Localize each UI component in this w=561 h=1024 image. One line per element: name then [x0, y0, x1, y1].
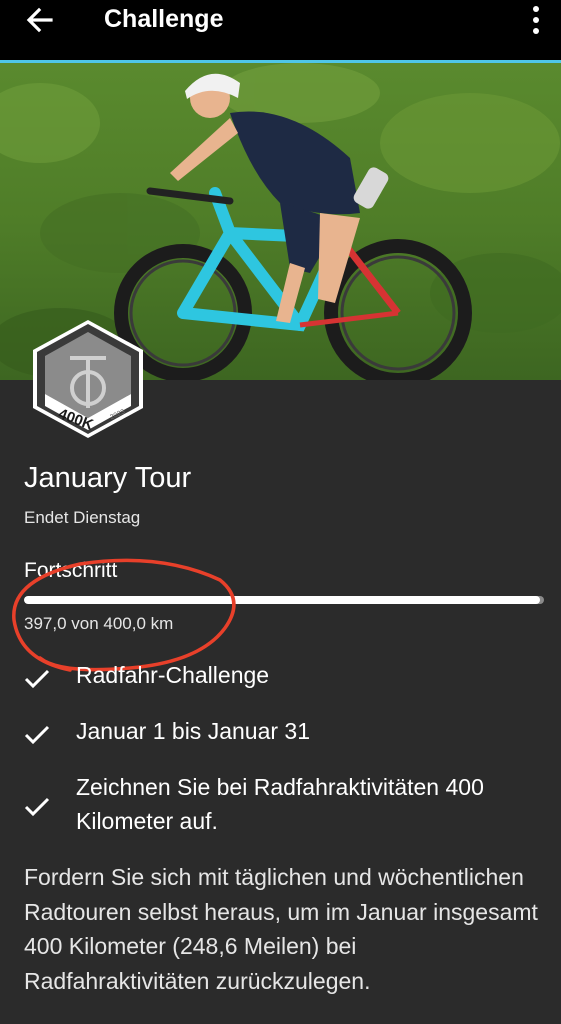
- more-vert-icon[interactable]: [522, 4, 550, 36]
- progress-bar-fill: [24, 596, 541, 604]
- check-icon: [24, 797, 50, 817]
- end-date-label: Endet Dienstag: [24, 508, 141, 527]
- app-bar: Challenge: [0, 0, 561, 60]
- challenge-title: January Tour: [24, 462, 192, 494]
- challenge-badge: 400K 2023: [33, 320, 143, 438]
- requirement-text: Zeichnen Sie bei Radfahraktivitäten 400 …: [76, 774, 484, 834]
- progress-bar: [24, 596, 544, 604]
- check-icon: [24, 725, 50, 745]
- requirement-text: Radfahr-Challenge: [76, 662, 270, 688]
- requirement-text: Januar 1 bis Januar 31: [76, 718, 310, 744]
- challenge-description: Fordern Sie sich mit täglichen und wöche…: [24, 864, 538, 994]
- progress-label: Fortschritt: [24, 559, 118, 582]
- progress-value: 397,0 von 400,0 km: [24, 614, 174, 633]
- arrow-back-icon[interactable]: [24, 4, 56, 36]
- check-icon: [24, 669, 50, 689]
- page-title: Challenge: [104, 5, 224, 33]
